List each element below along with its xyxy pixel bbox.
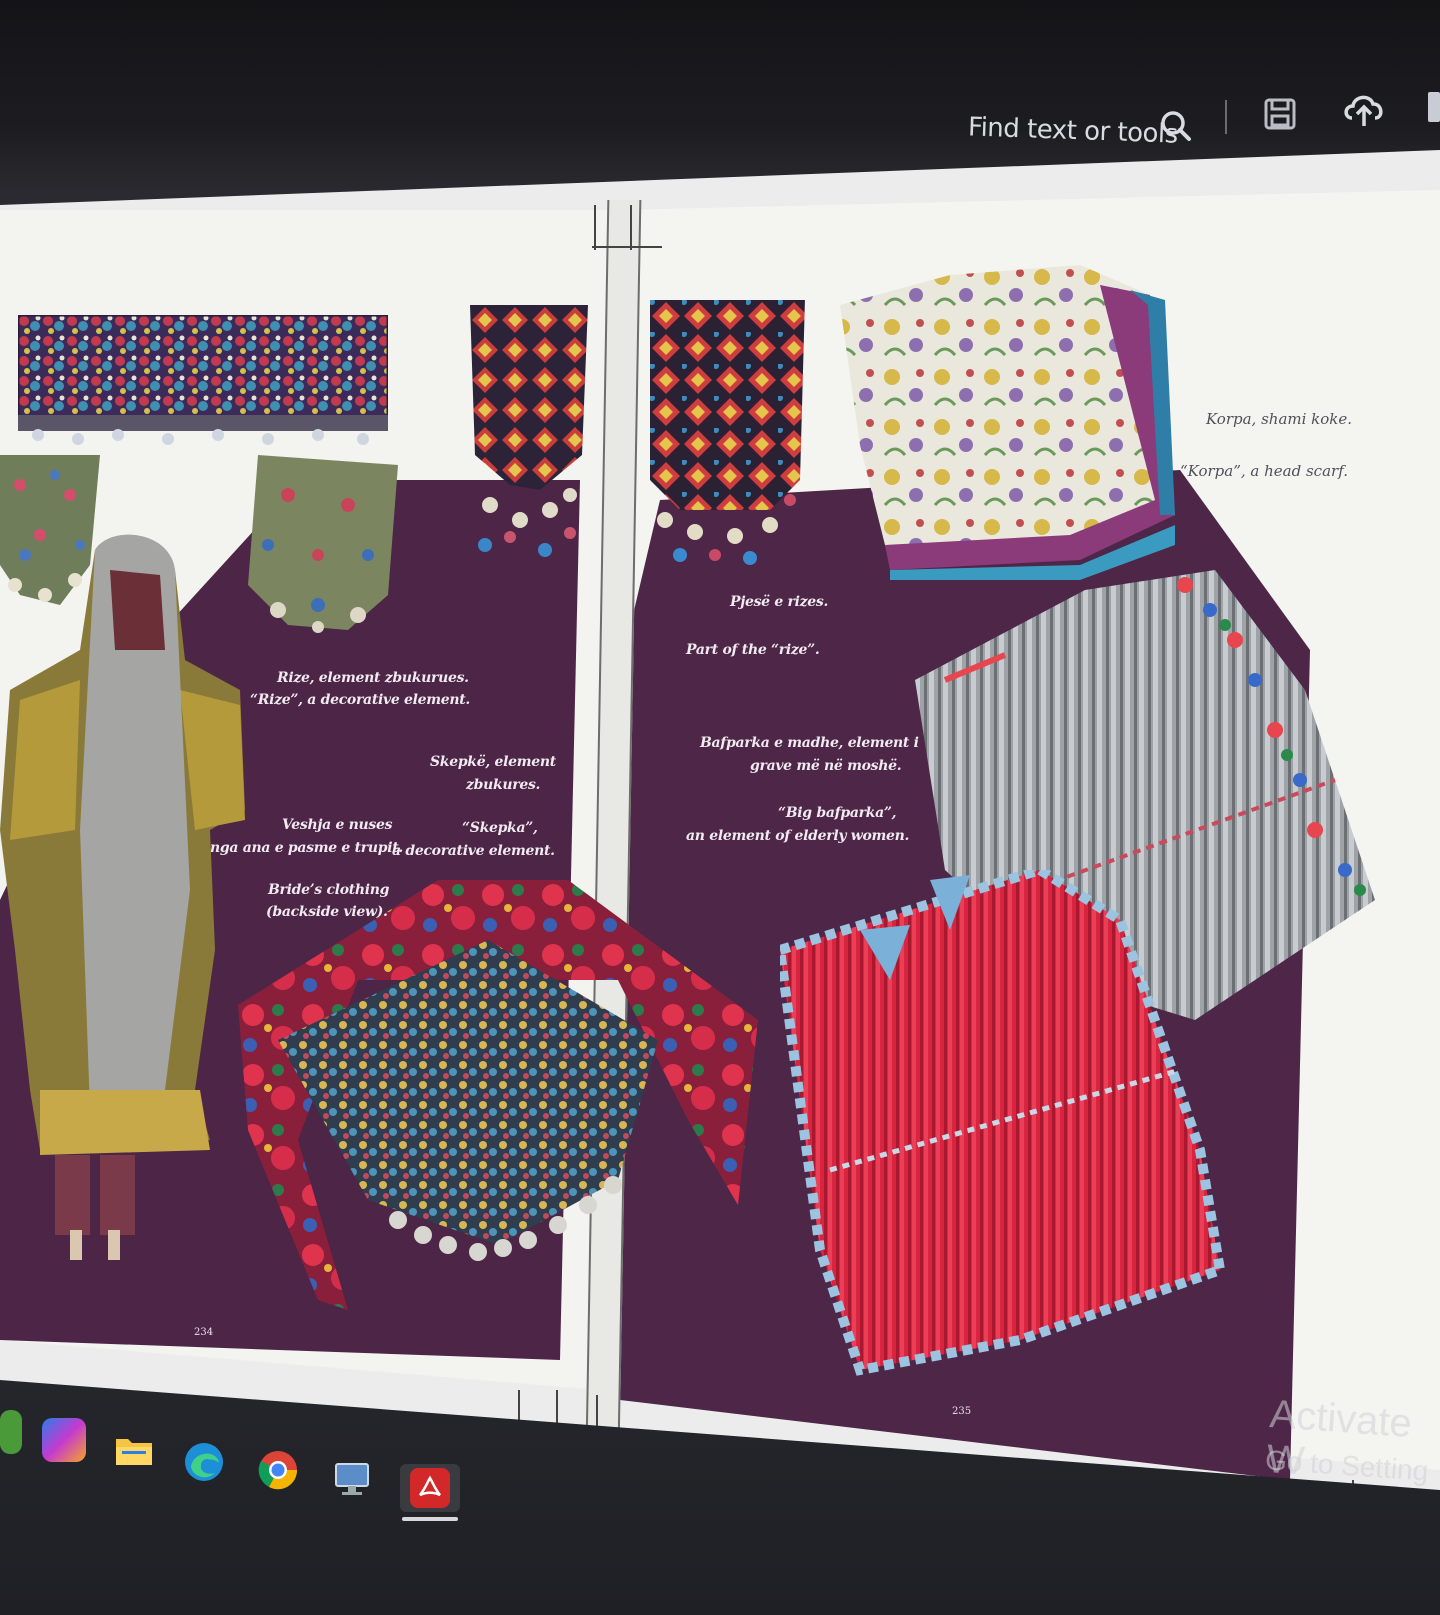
caption-veshja-2: nga ana e pasme e trupit.: [210, 840, 403, 856]
caption-skepke-al-1: Skepkë, element: [430, 754, 556, 770]
rize-part-image: [650, 298, 810, 570]
edge-icon[interactable]: [182, 1440, 226, 1484]
search-icon[interactable]: [1158, 108, 1194, 148]
page-number-left: 234: [194, 1327, 214, 1338]
toolbar-separator: [1225, 100, 1227, 134]
caption-bafpa-en-1: “Big bafparka”,: [778, 805, 897, 821]
skepke-image: [470, 305, 595, 565]
korpa-headscarf-image: [830, 265, 1175, 580]
more-tools-icon[interactable]: [1428, 92, 1440, 122]
save-icon[interactable]: [1262, 96, 1298, 136]
bride-clothing-image: [0, 530, 250, 1270]
rize-dangle-right-image: [248, 455, 398, 635]
chrome-icon[interactable]: [256, 1448, 300, 1492]
caption-veshja-1: Veshja e nuses: [282, 817, 393, 833]
page-number-right: 235: [952, 1406, 972, 1417]
caption-rize-al: Rize, element zbukurues.: [277, 670, 469, 686]
caption-korpa-en: “Korpa”, a head scarf.: [1180, 462, 1348, 480]
crop-mark: [592, 246, 662, 248]
caption-skepke-en-1: “Skepka”,: [462, 820, 538, 836]
rize-headband-image: [16, 313, 390, 445]
caption-skepke-al-2: zbukures.: [466, 777, 541, 793]
acrobat-active-indicator: [402, 1517, 458, 1521]
crop-mark: [630, 205, 632, 250]
bafparka-red-image: [774, 864, 1250, 1390]
caption-bafpa-en-2: an element of elderly women.: [686, 828, 910, 844]
caption-skepke-en-2: a decorative element.: [392, 843, 555, 859]
caption-korpa-al: Korpa, shami koke.: [1206, 410, 1353, 428]
caption-pjese-al: Pjesë e rizes.: [730, 594, 829, 610]
copilot-icon[interactable]: [42, 1418, 86, 1462]
file-explorer-icon[interactable]: [112, 1428, 156, 1472]
caption-bride-1: Bride’s clothing: [268, 882, 390, 898]
cloud-upload-icon[interactable]: [1342, 88, 1386, 134]
caption-pjese-en: Part of the “rize”.: [686, 642, 820, 658]
caption-bafpa-al-1: Bafparka e madhe, element i: [700, 735, 919, 751]
caption-bride-2: (backside view).: [266, 904, 388, 920]
caption-bafpa-al-2: grave më në moshë.: [750, 758, 902, 774]
crop-mark: [594, 205, 596, 250]
remote-desktop-icon[interactable]: [330, 1456, 374, 1500]
acrobat-icon[interactable]: [400, 1464, 460, 1512]
caption-rize-en: “Rize”, a decorative element.: [250, 692, 470, 708]
bafparka-scarf-image: [238, 880, 758, 1310]
widgets-icon[interactable]: [0, 1410, 22, 1454]
